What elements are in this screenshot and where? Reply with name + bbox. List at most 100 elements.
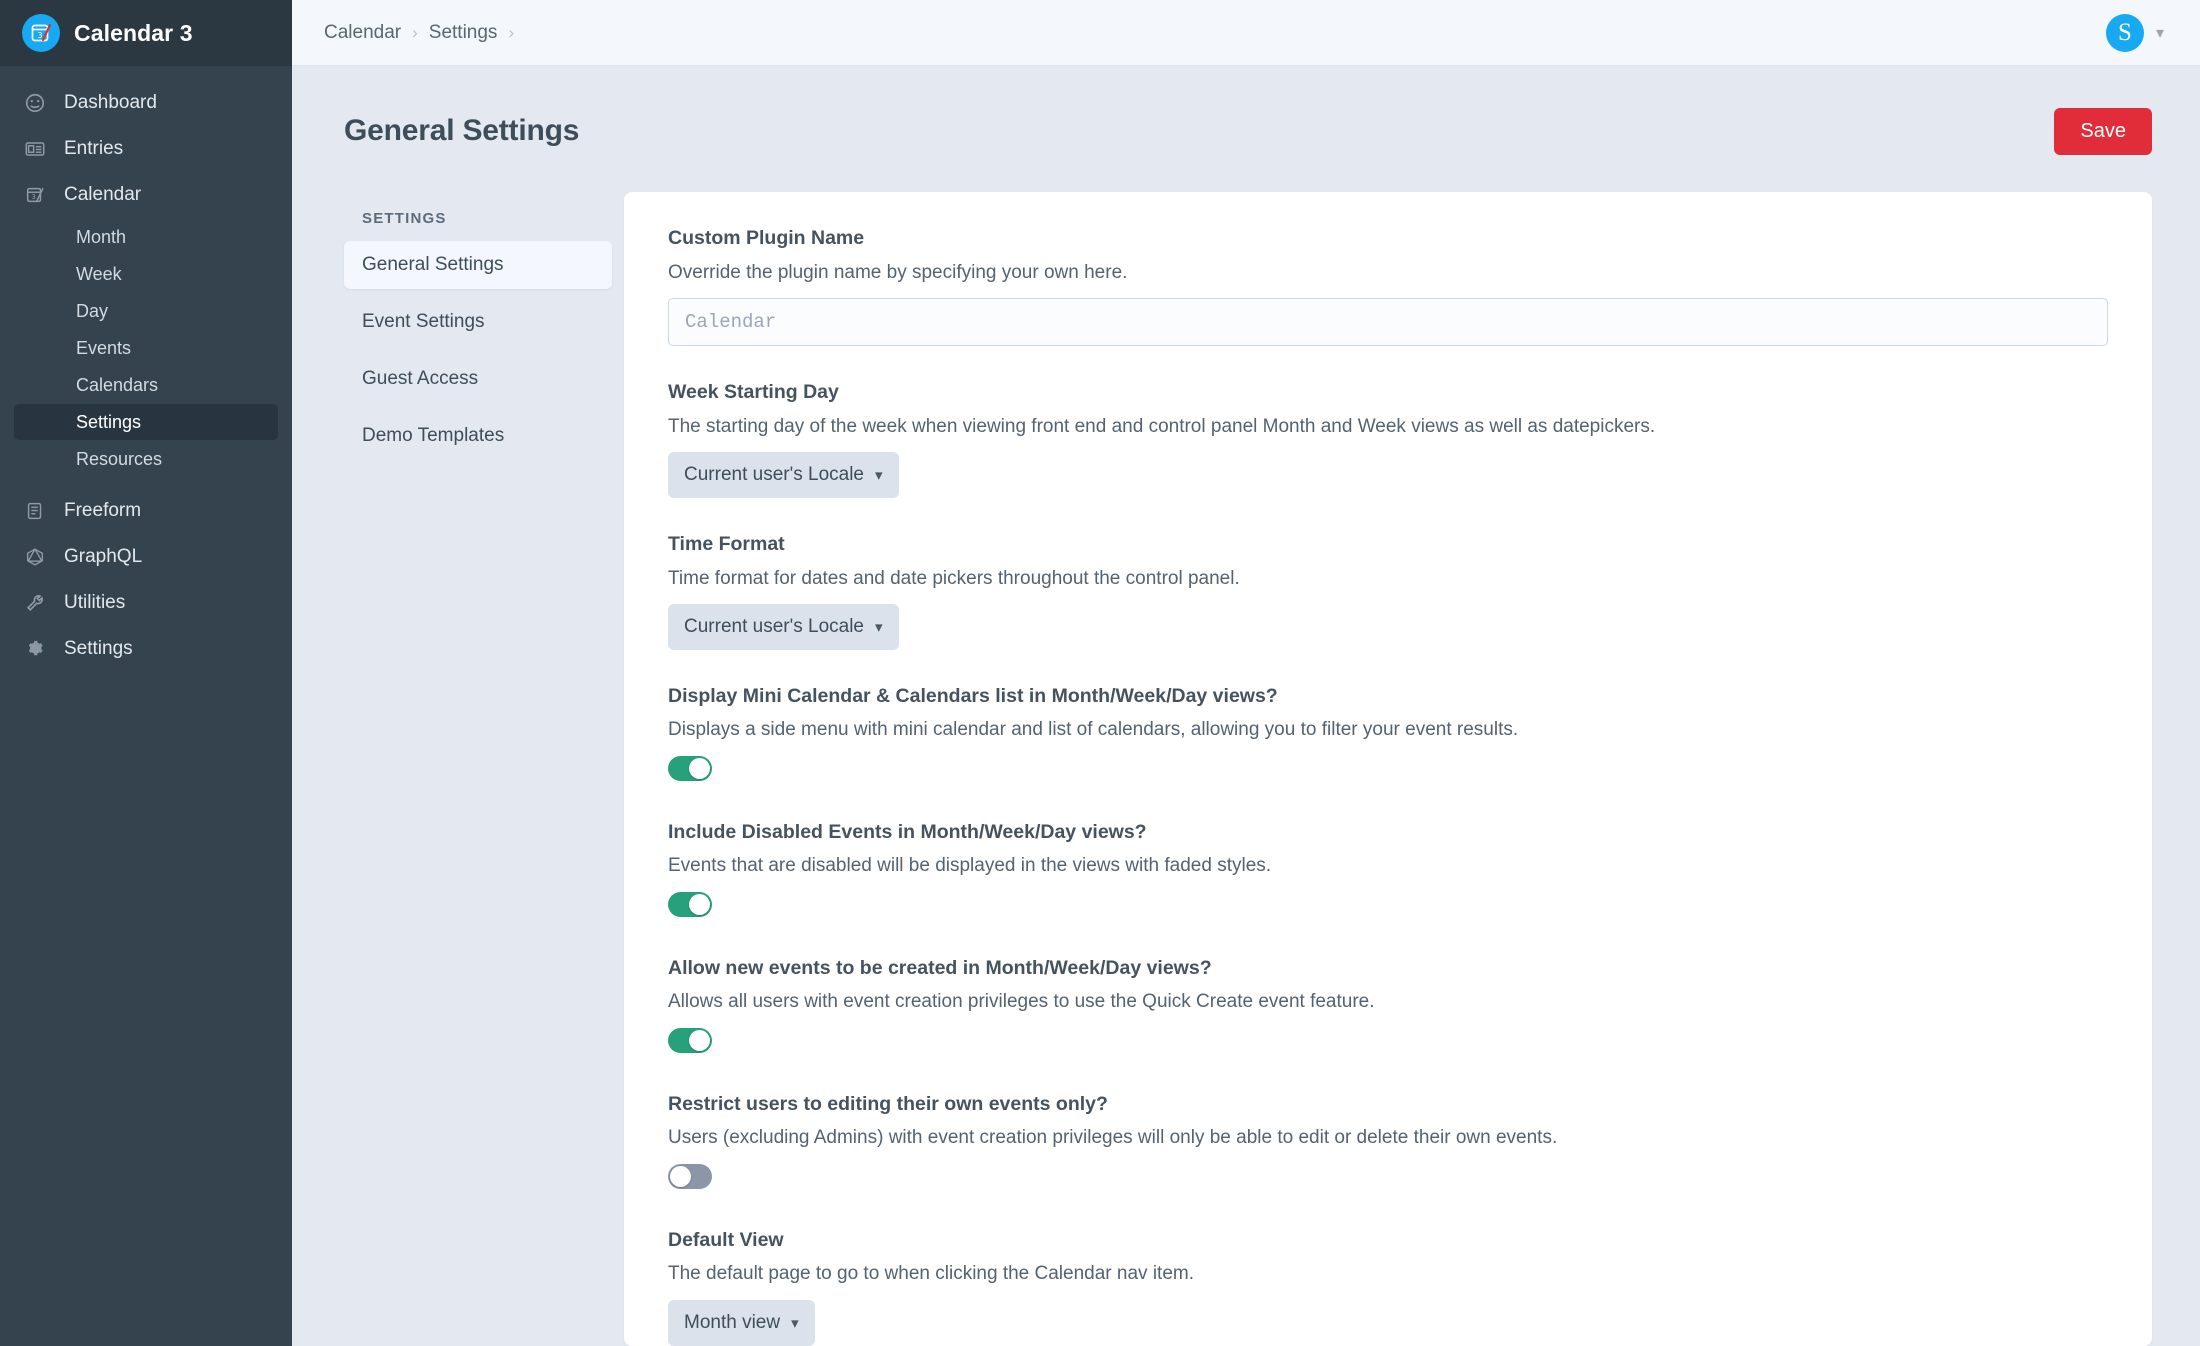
field-description: Allows all users with event creation pri… [668,991,1375,1013]
select-value: Current user's Locale [684,464,864,486]
sidebar-item-freeform[interactable]: Freeform [0,488,292,534]
sidebar-item-utilities[interactable]: Utilities [0,580,292,626]
sidebar-item-entries[interactable]: Entries [0,126,292,172]
sidebar-item-label: Freeform [64,500,142,521]
field-label: Default View [668,1229,784,1252]
field-label: Display Mini Calendar & Calendars list i… [668,685,1278,708]
sidebar-subitem-label: Calendars [76,374,159,395]
custom-plugin-name-input[interactable] [668,298,2108,347]
sidebar-item-dashboard[interactable]: Dashboard [0,80,292,126]
settings-nav-general-settings[interactable]: General Settings [344,241,612,290]
sidebar-item-label: Entries [64,138,124,159]
settings-card: Custom Plugin Name Override the plugin n… [624,192,2152,1346]
main-area: Calendar › Settings › S ▾ General Settin… [292,0,2200,1346]
settings-nav-label: Event Settings [362,311,485,333]
field-description: The starting day of the week when viewin… [668,415,1656,437]
chevron-down-icon: ▾ [875,466,883,484]
settings-nav-label: General Settings [362,254,504,276]
sidebar-item-label: Calendar [64,184,142,205]
gauge-icon [22,90,48,116]
chevron-right-icon: › [508,22,515,42]
toggle-knob [689,894,710,916]
breadcrumb-item-calendar[interactable]: Calendar [324,22,401,44]
chevron-down-icon: ▾ [791,1314,799,1332]
settings-nav-guest-access[interactable]: Guest Access [344,355,612,403]
sidebar-subitem-month[interactable]: Month [14,219,278,255]
time-format-select[interactable]: Current user's Locale ▾ [668,604,899,651]
sidebar-subitem-label: Resources [76,448,163,469]
sidebar-nav: Dashboard Entries 3 Calendar Month Week … [0,66,292,672]
breadcrumb: Calendar › Settings › [324,22,514,44]
field-label: Restrict users to editing their own even… [668,1093,1108,1116]
content: SETTINGS General Settings Event Settings… [292,192,2200,1346]
gear-icon [22,636,48,662]
svg-text:3: 3 [37,31,42,40]
field-display-mini-calendar: Display Mini Calendar & Calendars list i… [668,684,2108,786]
sidebar-subitem-day[interactable]: Day [14,293,278,329]
field-description: The default page to go to when clicking … [668,1263,1194,1285]
sidebar-subitem-events[interactable]: Events [14,330,278,366]
field-description: Users (excluding Admins) with event crea… [668,1127,1558,1149]
chevron-right-icon: › [412,22,418,42]
display-mini-calendar-toggle[interactable] [668,756,712,782]
select-value: Month view [684,1312,781,1334]
select-value: Current user's Locale [684,616,864,638]
settings-sidenav: SETTINGS General Settings Event Settings… [344,192,624,1346]
settings-nav-label: Demo Templates [362,425,505,447]
page-title: General Settings [344,114,580,148]
graphql-icon [22,544,48,570]
field-description: Events that are disabled will be display… [668,855,1272,877]
sidebar-subitem-resources[interactable]: Resources [14,441,278,477]
field-description: Override the plugin name by specifying y… [668,261,1128,283]
field-label: Week Starting Day [668,381,839,404]
entries-icon [22,136,48,162]
allow-new-events-toggle[interactable] [668,1028,712,1054]
field-time-format: Time Format Time format for dates and da… [668,532,2108,651]
page-header: General Settings Save [292,66,2200,192]
chevron-down-icon[interactable]: ▾ [2156,23,2164,43]
field-allow-new-events: Allow new events to be created in Month/… [668,956,2108,1058]
restrict-users-toggle[interactable] [668,1164,712,1190]
topbar-right: S ▾ [2105,13,2172,52]
sidebar-item-label: GraphQL [64,546,143,567]
wrench-icon [22,590,48,616]
sidebar-subitem-calendars[interactable]: Calendars [14,367,278,403]
avatar[interactable]: S [2105,13,2144,52]
sidebar-subitem-settings[interactable]: Settings [14,404,278,440]
field-include-disabled-events: Include Disabled Events in Month/Week/Da… [668,820,2108,922]
settings-sidenav-heading: SETTINGS [362,210,447,228]
settings-nav-event-settings[interactable]: Event Settings [344,298,612,346]
sidebar-item-graphql[interactable]: GraphQL [0,534,292,580]
field-label: Custom Plugin Name [668,227,865,250]
calendar-logo-icon: 3 [22,14,60,52]
sidebar-subitem-week[interactable]: Week [14,256,278,292]
sidebar: 3 Calendar 3 Dashboard Entries 3 Calenda… [0,0,292,1346]
field-week-starting-day: Week Starting Day The starting day of th… [668,380,2108,499]
sidebar-subitem-label: Events [76,337,132,358]
calendar-icon: 3 [22,182,48,208]
include-disabled-events-toggle[interactable] [668,892,712,918]
breadcrumb-item-settings[interactable]: Settings [429,22,498,44]
field-description: Displays a side menu with mini calendar … [668,719,1519,741]
settings-nav-demo-templates[interactable]: Demo Templates [344,412,612,460]
sidebar-item-label: Settings [64,638,133,659]
field-label: Allow new events to be created in Month/… [668,957,1212,980]
topbar: Calendar › Settings › S ▾ [292,0,2200,66]
sidebar-item-label: Dashboard [64,92,157,113]
sidebar-item-calendar[interactable]: 3 Calendar [0,172,292,218]
app-root: 3 Calendar 3 Dashboard Entries 3 Calenda… [0,0,2200,1346]
field-label: Include Disabled Events in Month/Week/Da… [668,821,1147,844]
sidebar-item-settings[interactable]: Settings [0,626,292,672]
week-starting-day-select[interactable]: Current user's Locale ▾ [668,452,899,499]
settings-nav-label: Guest Access [362,368,479,390]
default-view-select[interactable]: Month view ▾ [668,1300,815,1346]
toggle-knob [670,1166,691,1188]
sidebar-item-label: Utilities [64,592,126,613]
sidebar-subitem-label: Month [76,226,127,247]
field-default-view: Default View The default page to go to w… [668,1228,2108,1346]
field-label: Time Format [668,533,785,556]
chevron-down-icon: ▾ [875,618,883,636]
brand[interactable]: 3 Calendar 3 [0,0,292,66]
save-button[interactable]: Save [2054,107,2152,155]
